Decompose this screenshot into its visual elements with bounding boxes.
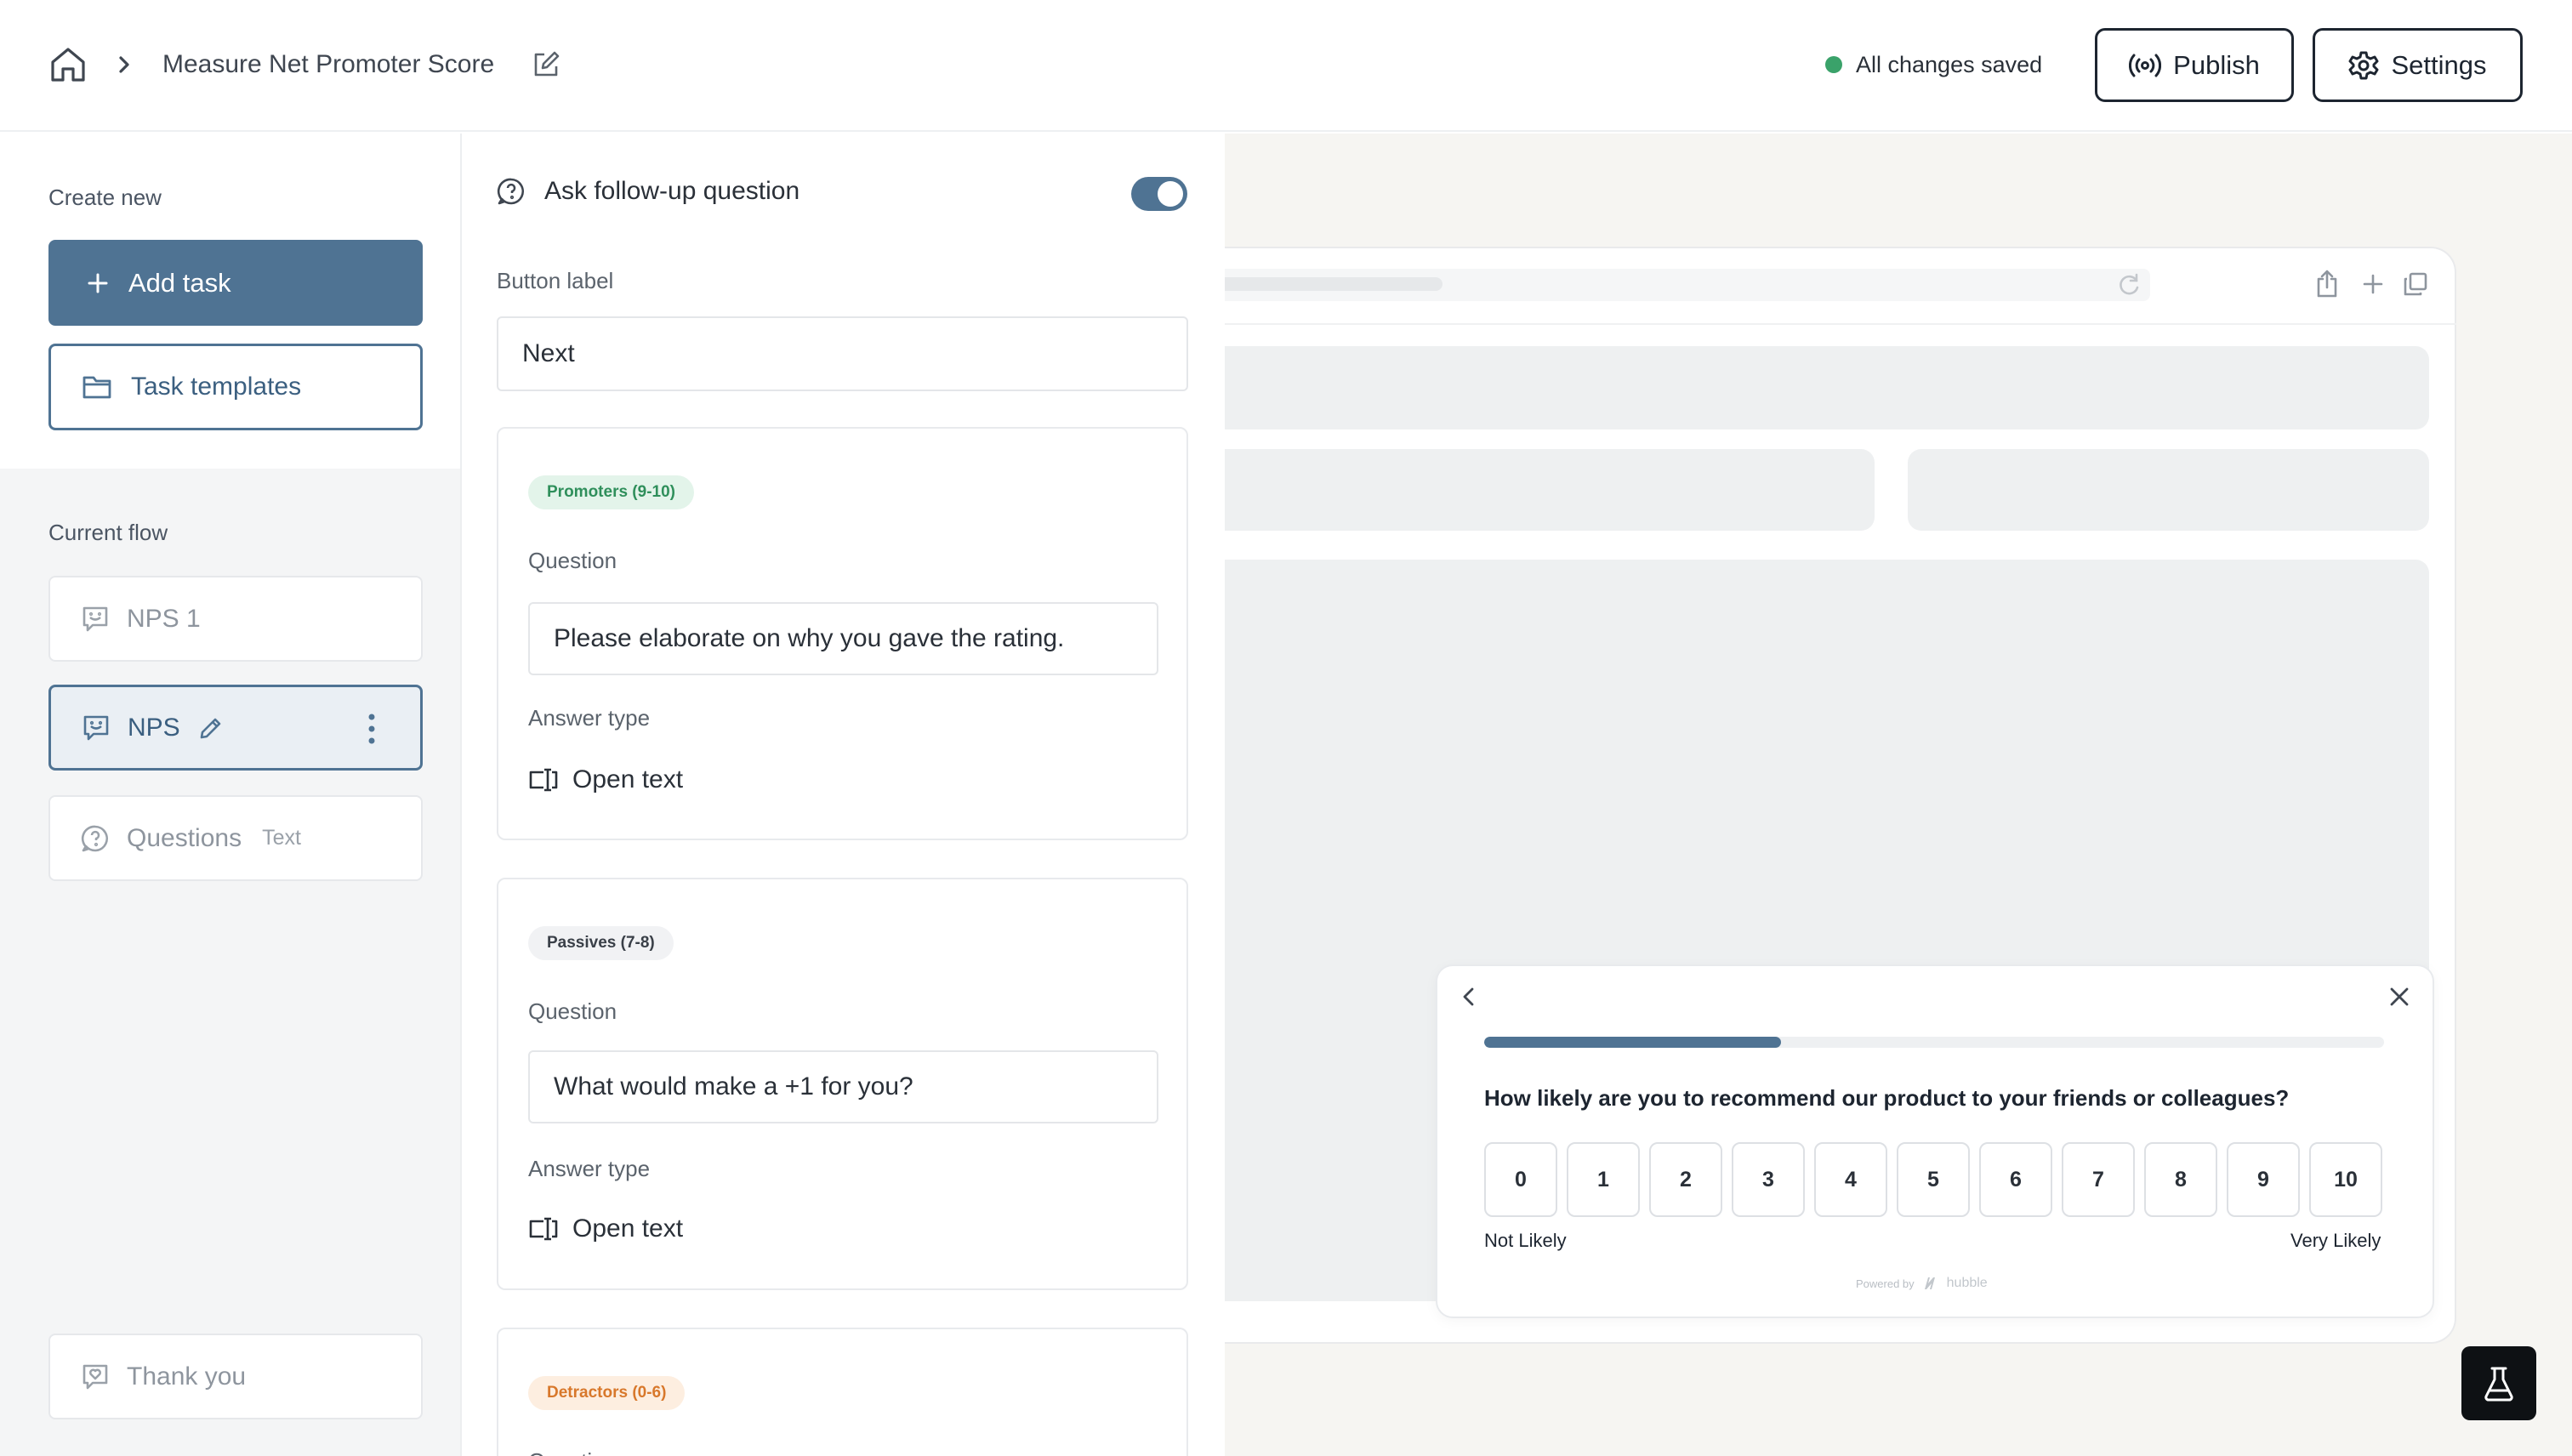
current-flow-label: Current flow bbox=[48, 520, 168, 545]
add-task-label: Add task bbox=[128, 267, 231, 298]
gear-icon bbox=[2348, 51, 2379, 79]
scale-low-label: Not Likely bbox=[1484, 1230, 1567, 1251]
scale-high-label: Very Likely bbox=[2290, 1230, 2381, 1251]
url-placeholder bbox=[1225, 277, 1442, 291]
answer-type-select[interactable]: Open text bbox=[528, 1214, 683, 1243]
placeholder-block bbox=[1908, 449, 2429, 531]
toggle-knob bbox=[1158, 181, 1183, 207]
more-options-icon[interactable] bbox=[367, 713, 376, 745]
folder-icon bbox=[83, 376, 111, 399]
flask-icon bbox=[2484, 1367, 2513, 1401]
nps-scale: 0 1 2 3 4 5 6 7 8 9 10 bbox=[1484, 1142, 2382, 1217]
browser-toolbar-divider bbox=[1225, 323, 2456, 325]
scale-option-6[interactable]: 6 bbox=[1979, 1142, 2052, 1217]
survey-progress-bar bbox=[1484, 1037, 2384, 1048]
flow-item-label: NPS bbox=[128, 713, 180, 742]
survey-question: How likely are you to recommend our prod… bbox=[1484, 1085, 2290, 1111]
flow-item-nps-1[interactable]: NPS 1 bbox=[48, 576, 423, 662]
broadcast-icon bbox=[2129, 54, 2162, 77]
scale-option-1[interactable]: 1 bbox=[1567, 1142, 1640, 1217]
button-label-title: Button label bbox=[497, 268, 614, 293]
pencil-icon[interactable] bbox=[197, 714, 225, 742]
scale-option-5[interactable]: 5 bbox=[1897, 1142, 1970, 1217]
passives-card: Passives (7-8) Question What would make … bbox=[497, 878, 1188, 1290]
powered-by: Powered by hubble bbox=[1856, 1276, 1988, 1291]
share-icon bbox=[2314, 269, 2340, 299]
placeholder-block bbox=[1225, 449, 1875, 531]
publish-button[interactable]: Publish bbox=[2095, 28, 2294, 102]
scale-option-2[interactable]: 2 bbox=[1649, 1142, 1722, 1217]
question-bubble-icon bbox=[81, 825, 109, 851]
detractors-badge: Detractors (0-6) bbox=[528, 1376, 686, 1410]
nps-survey-widget bbox=[1436, 964, 2434, 1318]
answer-type-label: Answer type bbox=[528, 1156, 651, 1181]
close-icon[interactable] bbox=[2386, 983, 2413, 1010]
hubble-logo-icon bbox=[1924, 1277, 1935, 1289]
follow-up-toggle[interactable] bbox=[1131, 177, 1187, 211]
add-task-button[interactable]: Add task bbox=[48, 240, 423, 326]
flow-item-nps[interactable]: NPS bbox=[48, 685, 423, 771]
home-icon[interactable] bbox=[48, 44, 88, 85]
chevron-left-icon[interactable] bbox=[1456, 983, 1482, 1010]
question-label: Question bbox=[528, 1448, 617, 1456]
nps-smile-icon bbox=[83, 715, 109, 740]
powered-by-text: Powered by bbox=[1856, 1277, 1915, 1290]
scale-option-3[interactable]: 3 bbox=[1732, 1142, 1805, 1217]
reload-icon bbox=[2116, 270, 2142, 299]
scale-option-10[interactable]: 10 bbox=[2309, 1142, 2382, 1217]
button-label-input[interactable]: Next bbox=[497, 316, 1188, 391]
page-title: Measure Net Promoter Score bbox=[162, 50, 495, 78]
status-dot bbox=[1825, 56, 1842, 73]
scale-option-7[interactable]: 7 bbox=[2062, 1142, 2135, 1217]
scale-option-9[interactable]: 9 bbox=[2227, 1142, 2300, 1217]
edit-title-icon[interactable] bbox=[531, 49, 561, 80]
save-status-text: All changes saved bbox=[1856, 51, 2043, 77]
flow-item-label: Thank you bbox=[127, 1362, 247, 1391]
brand-name: hubble bbox=[1946, 1276, 1988, 1290]
answer-type-value: Open text bbox=[572, 1214, 684, 1243]
nps-smile-icon bbox=[83, 606, 108, 631]
promoters-card: Promoters (9-10) Question Please elabora… bbox=[497, 427, 1188, 840]
flow-item-questions[interactable]: Questions Text bbox=[48, 795, 423, 881]
save-status: All changes saved bbox=[1825, 48, 2042, 82]
flow-item-label: NPS 1 bbox=[127, 604, 201, 633]
promoters-badge: Promoters (9-10) bbox=[528, 475, 694, 509]
settings-button[interactable]: Settings bbox=[2313, 28, 2523, 102]
scale-option-4[interactable]: 4 bbox=[1814, 1142, 1887, 1217]
promoters-question-input[interactable]: Please elaborate on why you gave the rat… bbox=[528, 602, 1158, 675]
follow-up-row: Ask follow-up question bbox=[497, 177, 799, 206]
answer-type-select[interactable]: Open text bbox=[528, 765, 683, 794]
plus-icon bbox=[88, 273, 108, 293]
top-header: Measure Net Promoter Score All changes s… bbox=[0, 0, 2572, 132]
create-new-label: Create new bbox=[48, 185, 162, 210]
scale-option-8[interactable]: 8 bbox=[2144, 1142, 2217, 1217]
task-templates-label: Task templates bbox=[131, 373, 302, 401]
survey-progress-fill bbox=[1484, 1037, 1782, 1048]
lab-button[interactable] bbox=[2461, 1346, 2536, 1420]
passives-question-input[interactable]: What would make a +1 for you? bbox=[528, 1050, 1158, 1123]
heart-bubble-icon bbox=[83, 1364, 108, 1389]
publish-label: Publish bbox=[2173, 49, 2260, 80]
question-bubble-icon bbox=[497, 178, 525, 205]
new-tab-icon bbox=[2360, 270, 2386, 298]
passives-badge: Passives (7-8) bbox=[528, 926, 674, 960]
flow-item-label: Questions bbox=[127, 823, 242, 852]
text-input-icon bbox=[529, 1217, 558, 1241]
flow-item-type: Text bbox=[262, 826, 301, 850]
placeholder-block bbox=[1225, 346, 2429, 429]
settings-label: Settings bbox=[2391, 49, 2487, 80]
flow-item-thank-you[interactable]: Thank you bbox=[48, 1334, 423, 1419]
chevron-right-icon bbox=[112, 51, 136, 78]
task-templates-button[interactable]: Task templates bbox=[48, 344, 423, 430]
scale-option-0[interactable]: 0 bbox=[1484, 1142, 1557, 1217]
answer-type-value: Open text bbox=[572, 765, 684, 793]
question-label: Question bbox=[528, 548, 617, 573]
detractors-card: Detractors (0-6) Question bbox=[497, 1328, 1188, 1456]
tabs-icon bbox=[2402, 270, 2429, 298]
follow-up-label: Ask follow-up question bbox=[544, 177, 800, 205]
text-input-icon bbox=[529, 768, 558, 792]
question-label: Question bbox=[528, 998, 617, 1024]
answer-type-label: Answer type bbox=[528, 705, 651, 731]
